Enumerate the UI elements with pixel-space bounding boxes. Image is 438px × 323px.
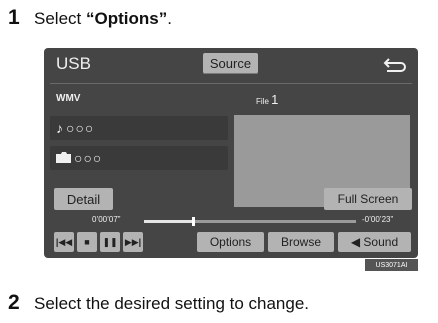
progress-bar[interactable] bbox=[144, 217, 356, 226]
step-instruction: Select “Options”. bbox=[34, 9, 172, 29]
media-format: WMV bbox=[56, 93, 81, 104]
step-highlight: “Options” bbox=[85, 9, 168, 28]
sound-button[interactable]: ◀ Sound bbox=[338, 232, 411, 252]
step-number: 1 bbox=[8, 6, 20, 29]
previous-track-button[interactable]: |◀◀ bbox=[54, 232, 74, 252]
header-divider bbox=[50, 83, 412, 84]
elapsed-time: 0’00’07” bbox=[92, 215, 121, 224]
file-number: 1 bbox=[271, 92, 279, 107]
progress-fill bbox=[144, 220, 193, 223]
stop-button[interactable]: ■ bbox=[77, 232, 97, 252]
folder-row: ○○○ bbox=[50, 146, 228, 170]
progress-knob[interactable] bbox=[191, 217, 195, 226]
next-track-button[interactable]: ▶▶| bbox=[123, 232, 143, 252]
folder-icon bbox=[56, 150, 71, 166]
track-title: ○○○ bbox=[66, 120, 95, 136]
music-note-icon: ♪ bbox=[56, 120, 63, 136]
step-text-suffix: . bbox=[167, 9, 172, 28]
track-row: ♪ ○○○ bbox=[50, 116, 228, 140]
step-text-prefix: Select bbox=[34, 9, 86, 28]
file-label: File bbox=[256, 97, 269, 106]
browse-button[interactable]: Browse bbox=[268, 232, 334, 252]
step-1: 1 Select “Options”. bbox=[8, 6, 172, 30]
step-2: 2 Select the desired setting to change. bbox=[8, 291, 309, 315]
pause-button[interactable]: ❚❚ bbox=[100, 232, 120, 252]
source-button[interactable]: Source bbox=[203, 53, 258, 74]
head-unit-screen: USB Source WMV File 1 ♪ ○○○ ○○○ Detail F… bbox=[44, 48, 418, 258]
figure-code: US3071AI bbox=[365, 259, 418, 271]
full-screen-button[interactable]: Full Screen bbox=[324, 188, 412, 210]
options-button[interactable]: Options bbox=[197, 232, 264, 252]
detail-button[interactable]: Detail bbox=[54, 188, 113, 210]
back-icon[interactable] bbox=[383, 55, 407, 73]
source-title: USB bbox=[56, 54, 91, 73]
folder-title: ○○○ bbox=[74, 150, 103, 166]
file-indicator: File 1 bbox=[256, 92, 278, 107]
step-instruction: Select the desired setting to change. bbox=[34, 294, 310, 313]
step-number: 2 bbox=[8, 291, 20, 314]
remaining-time: -0’00’23” bbox=[362, 215, 394, 224]
